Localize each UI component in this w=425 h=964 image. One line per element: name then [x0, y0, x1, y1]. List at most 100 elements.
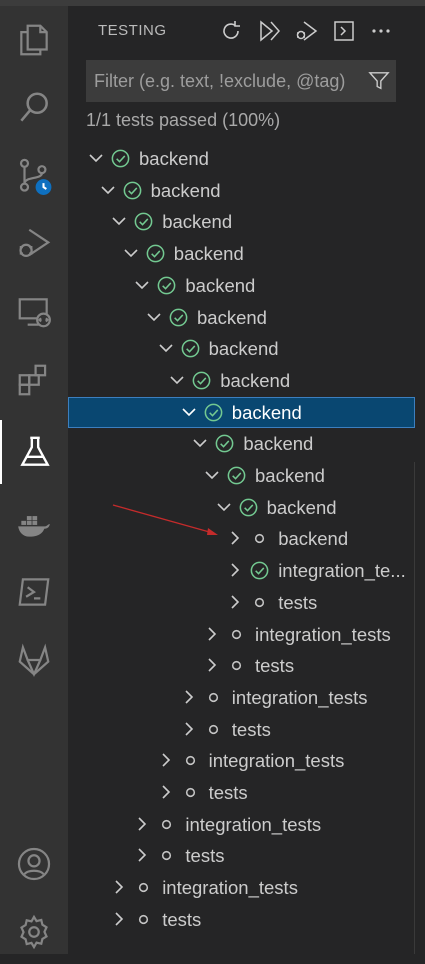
- terminal-icon[interactable]: [0, 560, 68, 624]
- more-actions-button[interactable]: [367, 17, 395, 45]
- run-all-tests-button[interactable]: [255, 17, 283, 45]
- accounts-icon[interactable]: [0, 832, 68, 896]
- chevron-down-icon[interactable]: [156, 338, 176, 358]
- test-passed-icon: [110, 148, 131, 169]
- filter-icon[interactable]: [368, 70, 390, 92]
- test-not-run-icon: [249, 592, 270, 613]
- test-not-run-icon: [133, 877, 154, 898]
- test-tree-item-label: backend: [197, 306, 267, 328]
- chevron-right-icon[interactable]: [179, 687, 199, 707]
- test-tree-item[interactable]: backend: [68, 428, 415, 459]
- chevron-right-icon[interactable]: [109, 909, 129, 929]
- test-passed-icon: [145, 243, 166, 264]
- test-tree-item-label: integration_tests: [208, 750, 345, 772]
- test-tree-item[interactable]: integration_te...: [68, 555, 415, 586]
- chevron-right-icon[interactable]: [225, 592, 245, 612]
- test-passed-icon: [168, 307, 189, 328]
- chevron-right-icon[interactable]: [179, 719, 199, 739]
- test-tree-item-label: tests: [185, 845, 225, 867]
- chevron-down-icon[interactable]: [214, 497, 234, 517]
- terminal-icon: [334, 21, 354, 41]
- filter-input[interactable]: [86, 60, 356, 102]
- test-passed-icon: [133, 211, 154, 232]
- test-tree-item-label: backend: [173, 243, 244, 265]
- debug-all-tests-button[interactable]: [292, 17, 320, 45]
- test-tree-item[interactable]: integration_tests: [68, 872, 415, 903]
- chevron-down-icon[interactable]: [121, 243, 141, 263]
- test-tree-item[interactable]: backend: [68, 270, 415, 301]
- test-tree-item-label: backend: [231, 401, 302, 423]
- test-tree-item-label: tests: [255, 655, 295, 677]
- test-tree-item[interactable]: backend: [68, 365, 415, 396]
- search-icon[interactable]: [0, 76, 68, 140]
- explorer-icon[interactable]: [0, 8, 68, 72]
- test-not-run-icon: [203, 719, 224, 740]
- chevron-right-icon[interactable]: [132, 845, 152, 865]
- chevron-down-icon[interactable]: [202, 465, 222, 485]
- test-tree-item[interactable]: backend: [68, 206, 415, 237]
- chevron-right-icon[interactable]: [156, 750, 176, 770]
- test-tree-item[interactable]: integration_tests: [68, 619, 415, 650]
- chevron-down-icon[interactable]: [132, 275, 152, 295]
- test-tree-item[interactable]: tests: [68, 904, 415, 935]
- test-tree-item[interactable]: backend: [68, 302, 415, 333]
- docker-icon[interactable]: [0, 492, 68, 556]
- test-tree-item-label: backend: [162, 211, 233, 233]
- test-tree-item[interactable]: tests: [68, 650, 415, 681]
- chevron-down-icon[interactable]: [86, 148, 106, 168]
- test-tree-item[interactable]: tests: [68, 714, 415, 745]
- test-tree-item[interactable]: backend: [68, 175, 415, 206]
- test-tree-item[interactable]: tests: [68, 777, 415, 808]
- chevron-down-icon[interactable]: [98, 180, 118, 200]
- test-tree-item-label: backend: [185, 274, 256, 296]
- chevron-right-icon[interactable]: [225, 528, 245, 548]
- activity-bar: [0, 6, 68, 954]
- test-passed-icon: [122, 180, 143, 201]
- test-not-run-icon: [226, 624, 247, 645]
- chevron-down-icon[interactable]: [167, 370, 187, 390]
- remote-explorer-icon[interactable]: [0, 280, 68, 344]
- test-tree-item[interactable]: backend: [68, 238, 415, 269]
- chevron-right-icon[interactable]: [132, 814, 152, 834]
- chevron-right-icon[interactable]: [109, 877, 129, 897]
- run-debug-icon[interactable]: [0, 212, 68, 276]
- test-tree-item[interactable]: integration_tests: [68, 682, 415, 713]
- test-passed-icon: [191, 370, 212, 391]
- settings-gear-icon[interactable]: [0, 900, 68, 964]
- test-tree-item[interactable]: backend: [68, 143, 415, 174]
- test-tree-item[interactable]: backend: [68, 523, 415, 554]
- test-tree-item[interactable]: integration_tests: [68, 745, 415, 776]
- test-tree-item[interactable]: tests: [68, 840, 415, 871]
- chevron-right-icon[interactable]: [225, 560, 245, 580]
- test-tree-item[interactable]: backend: [68, 396, 415, 428]
- gitlab-icon[interactable]: [0, 628, 68, 692]
- testing-sidebar: TESTING 1/1 tests passed (100%) backend b…: [68, 6, 425, 954]
- test-passed-icon: [238, 497, 259, 518]
- test-tree-item[interactable]: tests: [68, 587, 415, 618]
- test-passed-icon: [156, 275, 177, 296]
- scrollbar-track[interactable]: [414, 462, 415, 954]
- test-tree-item-label: backend: [243, 433, 314, 455]
- chevron-down-icon[interactable]: [109, 211, 129, 231]
- refresh-tests-button[interactable]: [217, 17, 245, 45]
- chevron-right-icon[interactable]: [156, 782, 176, 802]
- chevron-down-icon[interactable]: [179, 402, 199, 422]
- ellipsis-icon: [372, 29, 390, 33]
- extensions-icon[interactable]: [0, 348, 68, 412]
- testing-icon[interactable]: [0, 420, 68, 484]
- show-output-button[interactable]: [330, 17, 358, 45]
- test-tree-item-label: tests: [231, 718, 271, 740]
- test-tree-item-label: integration_te...: [278, 560, 406, 582]
- chevron-right-icon[interactable]: [202, 624, 222, 644]
- test-not-run-icon: [156, 845, 177, 866]
- source-control-icon[interactable]: [0, 144, 68, 208]
- test-tree-item[interactable]: backend: [68, 460, 415, 491]
- test-tree-item-label: backend: [266, 496, 337, 518]
- test-tree-item[interactable]: backend: [68, 492, 415, 523]
- test-tree-item[interactable]: backend: [68, 333, 415, 364]
- test-not-run-icon: [203, 687, 224, 708]
- chevron-down-icon[interactable]: [144, 307, 164, 327]
- chevron-right-icon[interactable]: [202, 655, 222, 675]
- test-tree-item[interactable]: integration_tests: [68, 809, 415, 840]
- chevron-down-icon[interactable]: [190, 433, 210, 453]
